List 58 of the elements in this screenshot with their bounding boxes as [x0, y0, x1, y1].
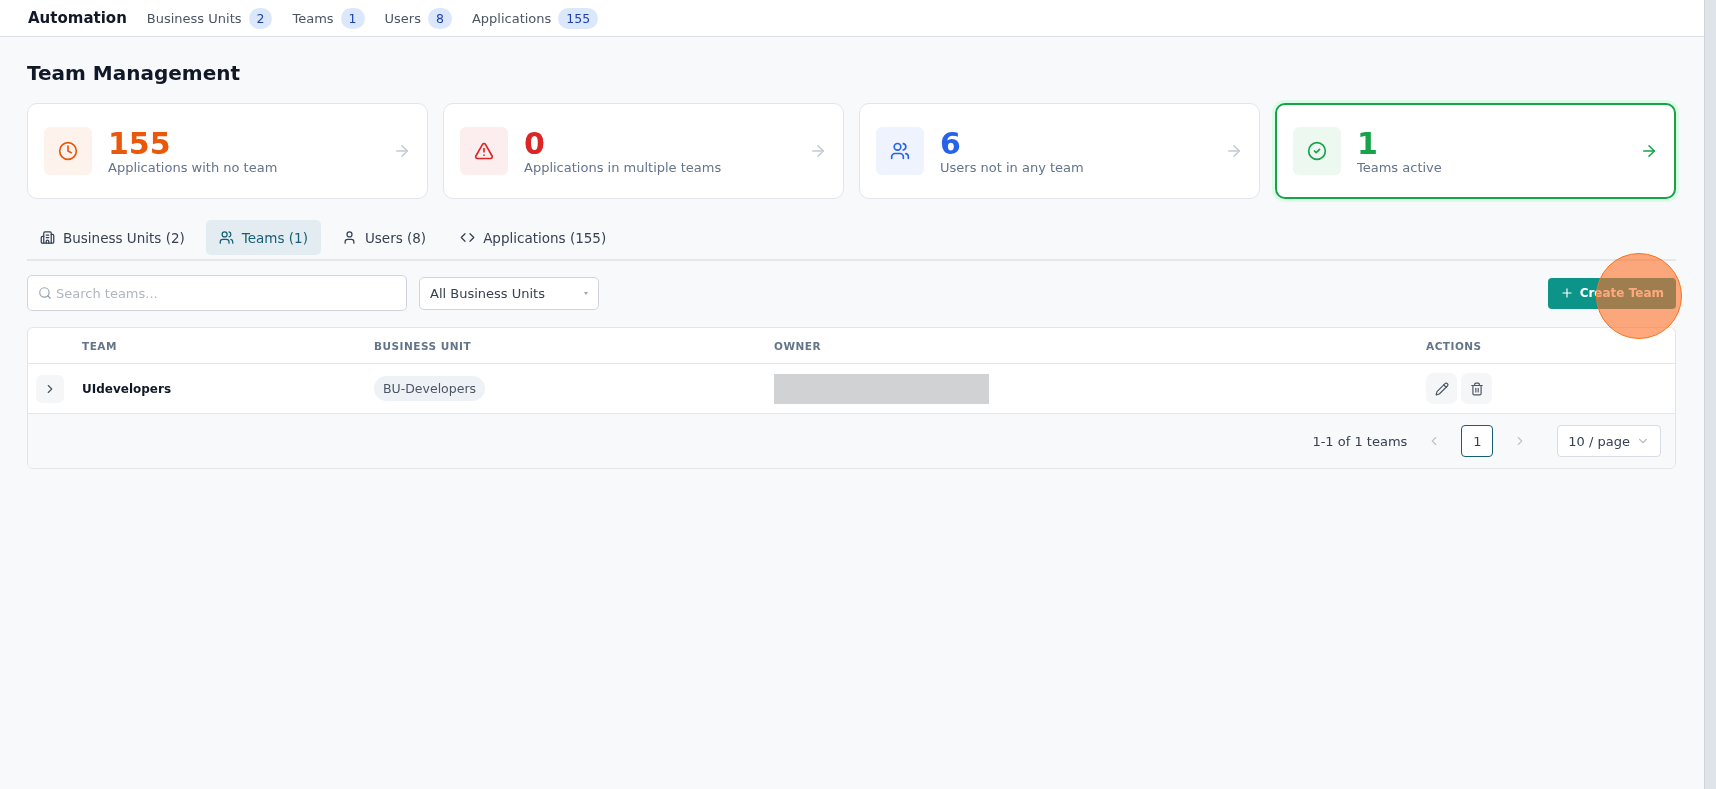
stat-value: 1: [1357, 127, 1379, 160]
nav-link[interactable]: Users 8: [384, 7, 452, 29]
arrow-right-icon: [809, 142, 827, 160]
stat-label: Teams active: [1357, 159, 1443, 175]
nav-link[interactable]: Teams 1: [292, 7, 365, 29]
stat-label: Users not in any team: [940, 159, 1085, 175]
app-title: Automation: [28, 9, 127, 27]
search-icon: [38, 286, 52, 300]
trash-icon: [1469, 381, 1484, 396]
stat-card[interactable]: 1 Teams active: [1275, 103, 1676, 199]
tab[interactable]: Business Units (2): [27, 220, 198, 255]
check-circle-icon: [1307, 141, 1327, 161]
edit-button[interactable]: [1426, 373, 1457, 404]
tab[interactable]: Users (8): [328, 220, 440, 255]
caret-icon: [584, 291, 588, 295]
count-badge: 8: [427, 7, 452, 29]
building-icon: [40, 230, 55, 245]
scrollbar[interactable]: [1704, 0, 1716, 789]
column-header: ACTIONS: [1426, 339, 1483, 352]
delete-button[interactable]: [1461, 373, 1492, 404]
business-unit-tag: BU-Developers: [374, 376, 486, 401]
column-header: BUSINESS UNIT: [374, 339, 473, 352]
count-badge: 1: [340, 7, 365, 29]
tab[interactable]: Teams (1): [205, 220, 321, 255]
warning-icon: [474, 141, 494, 161]
stat-value: 0: [524, 127, 546, 160]
nav-link[interactable]: Business Units 2: [146, 7, 273, 29]
business-unit-select[interactable]: All Business Units: [419, 276, 599, 310]
nav-link[interactable]: Applications 155: [471, 7, 599, 29]
arrow-right-icon: [393, 142, 411, 160]
arrow-right-icon: [1640, 142, 1658, 160]
pagination-summary: 1-1 of 1 teams: [1312, 433, 1408, 449]
count-badge: 2: [248, 7, 273, 29]
count-badge: 155: [558, 7, 599, 29]
pencil-icon: [1434, 381, 1449, 396]
column-header: TEAM: [82, 339, 118, 352]
users-icon: [890, 141, 910, 161]
search-field[interactable]: Search teams...: [27, 275, 407, 311]
page-size-select[interactable]: 10 / page: [1557, 425, 1661, 457]
plus-icon: [1559, 286, 1574, 300]
stat-value: 155: [108, 127, 172, 160]
page-title: Team Management: [27, 61, 242, 85]
users-icon: [218, 230, 234, 245]
clock-icon: [58, 141, 78, 161]
stat-label: Applications with no team: [108, 159, 279, 175]
stat-card[interactable]: 6 Users not in any team: [859, 103, 1260, 199]
tab[interactable]: Applications (155): [447, 220, 620, 255]
team-name: UIdevelopers: [82, 381, 173, 396]
user-icon: [341, 230, 357, 245]
code-icon: [460, 230, 476, 245]
page-button[interactable]: 1: [1461, 425, 1494, 457]
stat-card[interactable]: 155 Applications with no team: [27, 103, 428, 199]
expand-button[interactable]: [36, 374, 64, 403]
arrow-right-icon: [1225, 142, 1243, 160]
stat-card[interactable]: 0 Applications in multiple teams: [443, 103, 844, 199]
stat-value: 6: [940, 127, 962, 160]
stat-label: Applications in multiple teams: [524, 159, 723, 175]
column-header: OWNER: [774, 339, 823, 352]
